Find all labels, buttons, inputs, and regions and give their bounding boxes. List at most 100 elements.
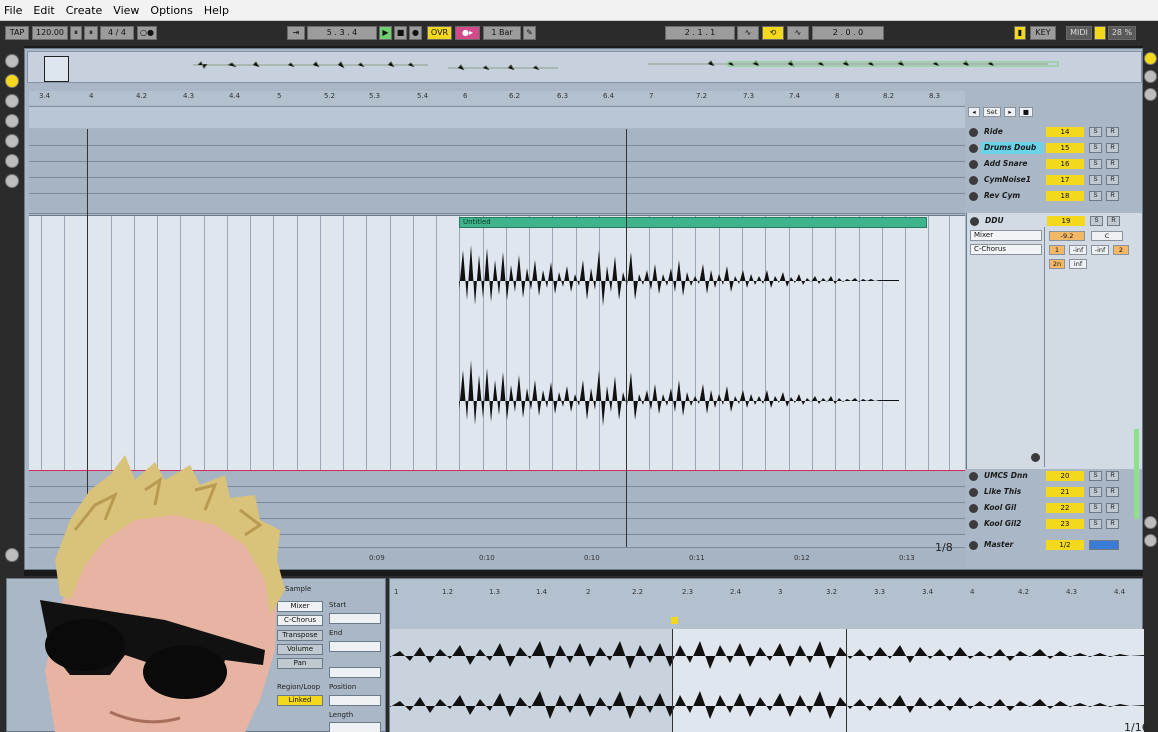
track-number[interactable]: 17 xyxy=(1046,175,1084,185)
locator-lane[interactable] xyxy=(29,106,965,128)
length-field[interactable] xyxy=(329,722,381,732)
file-browser-1-icon[interactable] xyxy=(5,114,19,128)
solo-button[interactable]: S xyxy=(1089,127,1102,137)
track-fold-icon[interactable] xyxy=(969,128,978,137)
track-header-kool-gil[interactable]: Kool Gil 22 S R xyxy=(966,501,1142,516)
track-lane-cymnoise1[interactable] xyxy=(29,178,965,194)
plugin-browser-icon[interactable] xyxy=(5,94,19,108)
track-fold-icon[interactable] xyxy=(969,160,978,169)
solo-button[interactable]: S xyxy=(1089,191,1102,201)
solo-button[interactable]: S xyxy=(1089,487,1102,497)
audio-clip-waveform[interactable] xyxy=(459,230,939,470)
sample-editor[interactable]: 1 1.2 1.3 1.4 2 2.2 2.3 2.4 3 3.2 3.3 3.… xyxy=(389,578,1149,732)
start-field[interactable] xyxy=(329,613,381,624)
metronome-button[interactable]: ○● xyxy=(137,26,157,40)
lane-expand-icon[interactable] xyxy=(1031,453,1040,462)
key-map-button[interactable]: KEY xyxy=(1030,26,1056,40)
mixer-toggle-icon[interactable] xyxy=(1144,516,1157,529)
arm-button[interactable]: R xyxy=(1106,503,1119,513)
view-toggle-2-icon[interactable] xyxy=(1144,70,1157,83)
track-name[interactable]: Like This xyxy=(981,486,1043,498)
track-header-add-snare[interactable]: Add Snare 16 S R xyxy=(966,157,1142,172)
track-header-drums-doub[interactable]: Drums Doub 15 S R xyxy=(966,141,1142,156)
view-toggle-icon[interactable] xyxy=(1144,52,1157,65)
menu-create[interactable]: Create xyxy=(66,4,103,17)
track-header-ride[interactable]: Ride 14 S R xyxy=(966,125,1142,140)
track-number[interactable]: 14 xyxy=(1046,127,1084,137)
set-button[interactable]: Set xyxy=(983,107,1001,117)
nudge-down-button[interactable]: ⏸ xyxy=(70,26,82,40)
track-header-rev-cym[interactable]: Rev Cym 18 S R xyxy=(966,189,1142,204)
track-number[interactable]: 20 xyxy=(1046,471,1084,481)
control-chooser[interactable]: C-Chorus xyxy=(970,244,1042,255)
solo-button[interactable]: S xyxy=(1090,216,1103,226)
track-header-master[interactable]: Master 1/2 xyxy=(966,538,1142,553)
browser-toggle-icon[interactable] xyxy=(5,54,19,68)
arm-button[interactable]: R xyxy=(1106,175,1119,185)
nav-left-icon[interactable]: ◂ xyxy=(968,107,980,117)
arm-button[interactable]: R xyxy=(1106,127,1119,137)
io-button-c[interactable]: 2n xyxy=(1049,259,1065,269)
loop-length-field[interactable]: 2 . 0 . 0 xyxy=(812,26,884,40)
track-name[interactable]: Ride xyxy=(981,126,1043,138)
tempo-field[interactable]: 120.00 xyxy=(32,26,68,40)
track-name[interactable]: Master xyxy=(981,539,1043,551)
menu-file[interactable]: File xyxy=(4,4,22,17)
track-fold-icon[interactable] xyxy=(969,192,978,201)
track-number[interactable]: 15 xyxy=(1046,143,1084,153)
nudge-up-button[interactable]: ⏸ xyxy=(84,26,98,40)
follow-button[interactable]: ⇥ xyxy=(287,26,305,40)
audio-clip-header[interactable]: Untitled xyxy=(459,217,927,228)
track-fold-icon[interactable] xyxy=(969,504,978,513)
track-number[interactable]: 1/2 xyxy=(1046,540,1084,550)
arm-button[interactable]: R xyxy=(1106,519,1119,529)
device-chooser[interactable]: Mixer xyxy=(970,230,1042,241)
io-button-a[interactable]: 1 xyxy=(1049,245,1065,255)
file-browser-2-icon[interactable] xyxy=(5,134,19,148)
track-lane-ddu[interactable]: Untitled xyxy=(29,215,965,472)
tap-button[interactable]: TAP xyxy=(5,26,29,40)
delete-locator-icon[interactable]: ■ xyxy=(1019,107,1033,117)
track-name[interactable]: Kool Gil2 xyxy=(981,518,1043,530)
menu-view[interactable]: View xyxy=(113,4,139,17)
track-name[interactable]: Add Snare xyxy=(981,158,1043,170)
arm-button[interactable]: R xyxy=(1106,471,1119,481)
io-button-d[interactable]: inf xyxy=(1069,259,1087,269)
loop-marker[interactable] xyxy=(671,617,678,624)
loop-switch-button[interactable]: ⟲ xyxy=(762,26,784,40)
track-fold-icon[interactable] xyxy=(969,488,978,497)
track-fold-icon[interactable] xyxy=(969,176,978,185)
track-header-ddu[interactable]: DDU 19 S R Mixer C-Chorus -9.2 C 1 -inf … xyxy=(966,213,1142,469)
loop-start-field[interactable]: 2 . 1 . 1 xyxy=(665,26,735,40)
track-name[interactable]: UMCS Dnn xyxy=(981,470,1043,482)
punch-out-button[interactable]: ∿ xyxy=(787,26,809,40)
arm-button[interactable]: R xyxy=(1106,191,1119,201)
solo-button[interactable]: S xyxy=(1089,503,1102,513)
solo-button[interactable]: S xyxy=(1089,143,1102,153)
track-name[interactable]: Drums Doub xyxy=(981,142,1043,154)
send-a[interactable]: -inf xyxy=(1069,245,1087,255)
track-header-umcs-dnn[interactable]: UMCS Dnn 20 S R xyxy=(966,469,1142,484)
arm-button[interactable]: R xyxy=(1106,159,1119,169)
track-header-kool-gil2[interactable]: Kool Gil2 23 S R xyxy=(966,517,1142,532)
view-toggle-3-icon[interactable] xyxy=(1144,88,1157,101)
track-number[interactable]: 18 xyxy=(1046,191,1084,201)
arm-button[interactable]: R xyxy=(1107,216,1120,226)
track-lane-add-snare[interactable] xyxy=(29,162,965,178)
track-name[interactable]: DDU xyxy=(982,215,1044,227)
track-volume[interactable]: -9.2 xyxy=(1049,231,1085,241)
loop-toggle-field[interactable] xyxy=(329,667,381,678)
overdub-button[interactable]: OVR xyxy=(427,26,452,40)
solo-button[interactable]: S xyxy=(1089,471,1102,481)
solo-button[interactable]: S xyxy=(1089,159,1102,169)
track-name[interactable]: CymNoise1 xyxy=(981,174,1043,186)
menu-edit[interactable]: Edit xyxy=(33,4,54,17)
track-lane-rev-cym[interactable] xyxy=(29,194,965,214)
track-number[interactable]: 22 xyxy=(1046,503,1084,513)
solo-button[interactable]: S xyxy=(1089,519,1102,529)
midi-map-button[interactable]: MIDI xyxy=(1066,26,1092,40)
arrangement-overview[interactable] xyxy=(27,51,1142,83)
menu-help[interactable]: Help xyxy=(204,4,229,17)
info-view-icon[interactable] xyxy=(5,174,19,188)
track-header-cymnoise1[interactable]: CymNoise1 17 S R xyxy=(966,173,1142,188)
